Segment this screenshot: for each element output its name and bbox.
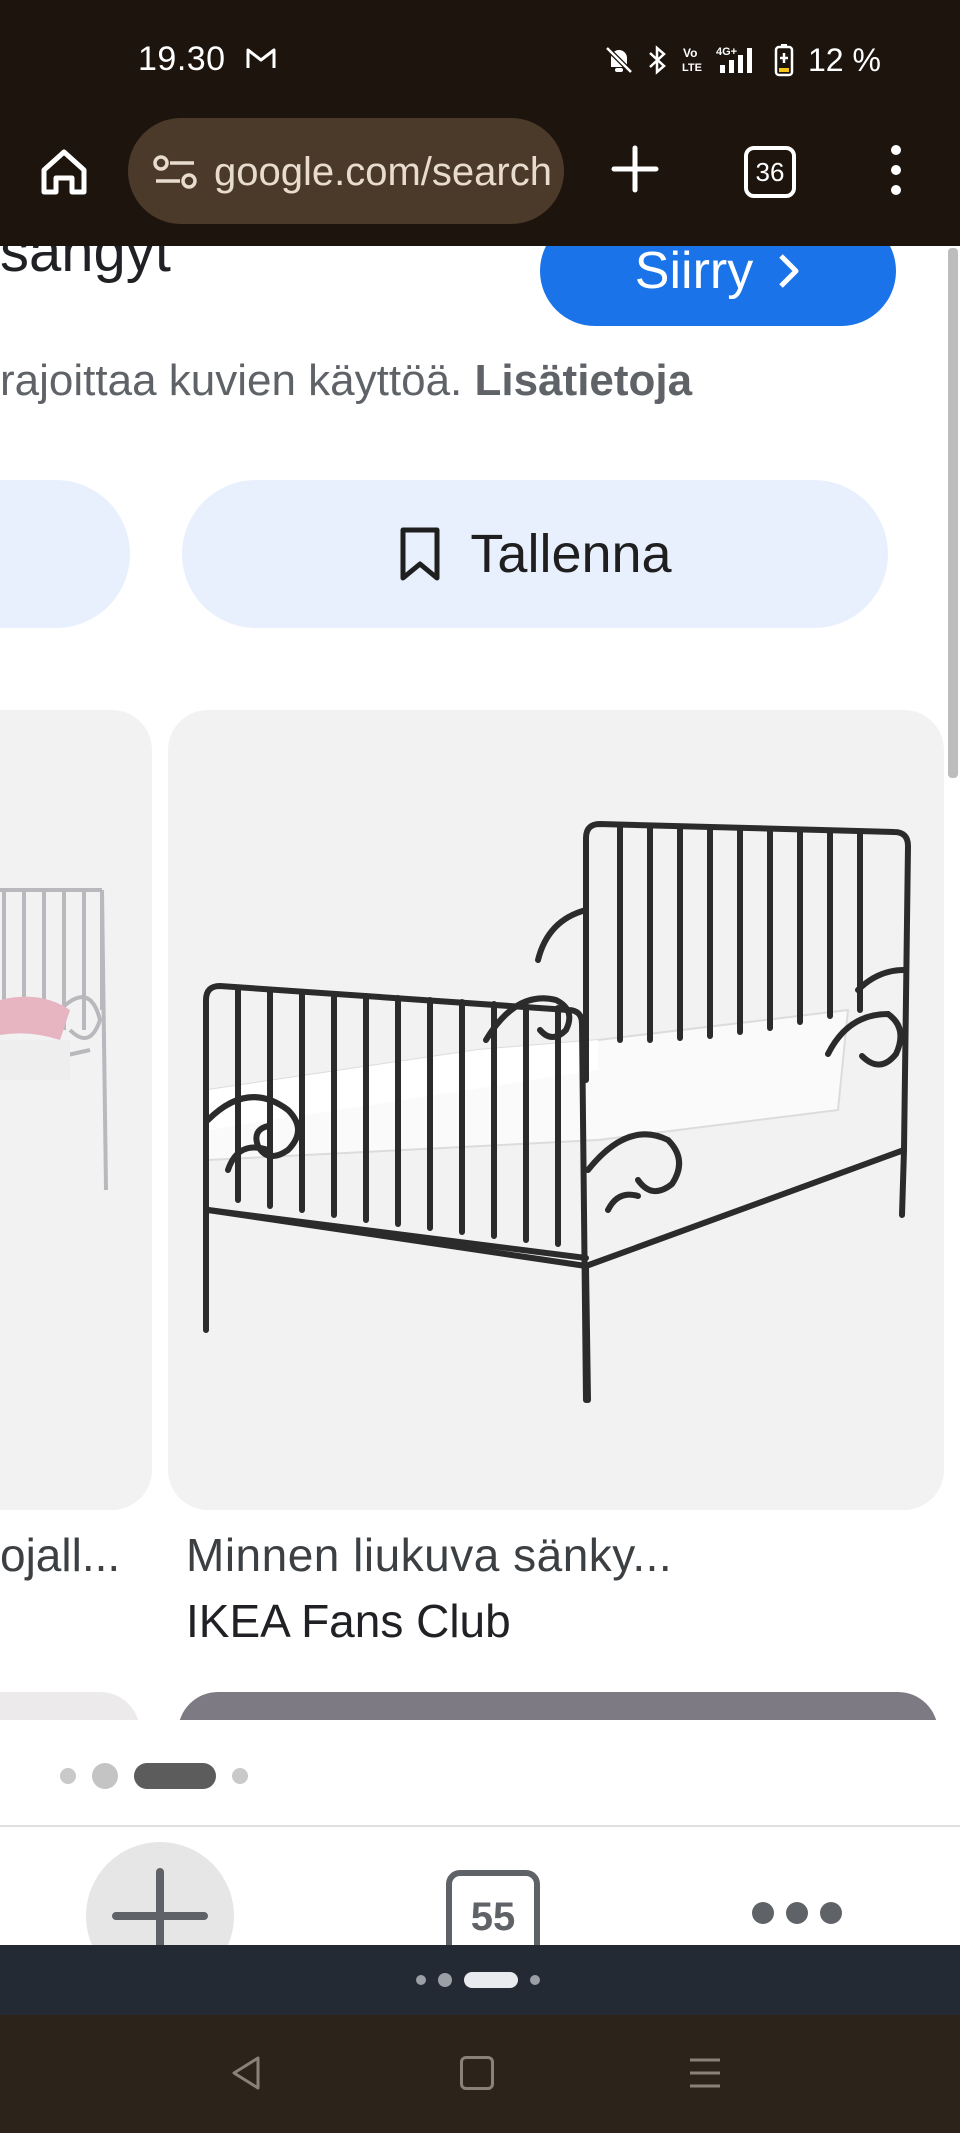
image-card-previous[interactable] xyxy=(0,710,152,1510)
status-icons: Vo LTE 4G+ 12 % xyxy=(602,40,881,80)
mute-icon xyxy=(605,46,633,74)
site-settings-icon[interactable] xyxy=(152,155,198,189)
svg-text:4G+: 4G+ xyxy=(716,46,737,58)
url-text[interactable]: google.com/search xyxy=(214,150,554,194)
usage-notice: rajoittaa kuvien käyttöä. Lisätietoja xyxy=(0,356,692,406)
gesture-indicator xyxy=(416,1972,540,1988)
usage-notice-text: rajoittaa kuvien käyttöä. xyxy=(0,356,463,405)
page-scrollbar[interactable] xyxy=(948,248,958,778)
white-bed-image xyxy=(0,888,108,1191)
home-icon[interactable] xyxy=(36,144,92,200)
save-button-label: Tallenna xyxy=(470,524,672,584)
black-metal-bed-image xyxy=(203,820,912,1403)
status-time: 19.30 xyxy=(138,40,226,78)
svg-text:LTE: LTE xyxy=(682,62,702,74)
result-source[interactable]: IKEA Fans Club xyxy=(186,1594,511,1648)
battery-percent: 12 % xyxy=(808,41,881,78)
new-tab-icon[interactable] xyxy=(606,140,664,198)
indicator-dot xyxy=(60,1768,76,1784)
back-icon[interactable] xyxy=(228,2054,266,2092)
status-bar: 19.30 Vo LTE 4G+ 12 % xyxy=(0,0,960,110)
tab-switcher-button[interactable]: 36 xyxy=(744,146,796,198)
previous-card-caption[interactable]: ojall... xyxy=(0,1528,120,1582)
gmail-icon xyxy=(246,48,276,68)
result-title[interactable]: Minnen liukuva sänky... xyxy=(186,1528,672,1582)
share-button[interactable] xyxy=(0,480,130,628)
go-to-site-button[interactable]: Siirry xyxy=(540,246,896,326)
volte-icon: Vo LTE xyxy=(682,46,702,74)
bluetooth-icon xyxy=(649,45,666,75)
learn-more-link[interactable]: Lisätietoja xyxy=(475,356,693,405)
recents-icon[interactable] xyxy=(688,2056,722,2090)
go-button-label: Siirry xyxy=(634,246,754,300)
signal-icon: 4G+ xyxy=(716,46,752,73)
page-heading: sängyt xyxy=(0,246,171,284)
indicator-dot xyxy=(232,1768,248,1784)
indicator-dot-active xyxy=(134,1763,216,1789)
next-row-image-left[interactable] xyxy=(0,1692,140,1720)
carousel-indicator xyxy=(60,1762,248,1790)
chevron-right-icon xyxy=(779,254,799,288)
sheet-divider xyxy=(0,1825,960,1827)
battery-icon xyxy=(774,44,794,77)
next-row-image-main[interactable] xyxy=(178,1692,938,1720)
home-nav-icon[interactable] xyxy=(460,2056,494,2090)
svg-text:Vo: Vo xyxy=(683,46,697,60)
save-button[interactable]: Tallenna xyxy=(182,480,888,628)
bookmark-icon xyxy=(400,527,440,581)
browser-toolbar: google.com/search 36 xyxy=(0,110,960,246)
page-content: sängyt Siirry rajoittaa kuvien käyttöä. … xyxy=(0,246,960,1720)
overflow-menu-icon[interactable] xyxy=(884,140,908,200)
indicator-dot xyxy=(92,1763,118,1789)
url-bar[interactable]: google.com/search xyxy=(128,118,564,224)
more-options-icon[interactable] xyxy=(752,1902,842,1924)
image-card-selected[interactable] xyxy=(168,710,944,1510)
